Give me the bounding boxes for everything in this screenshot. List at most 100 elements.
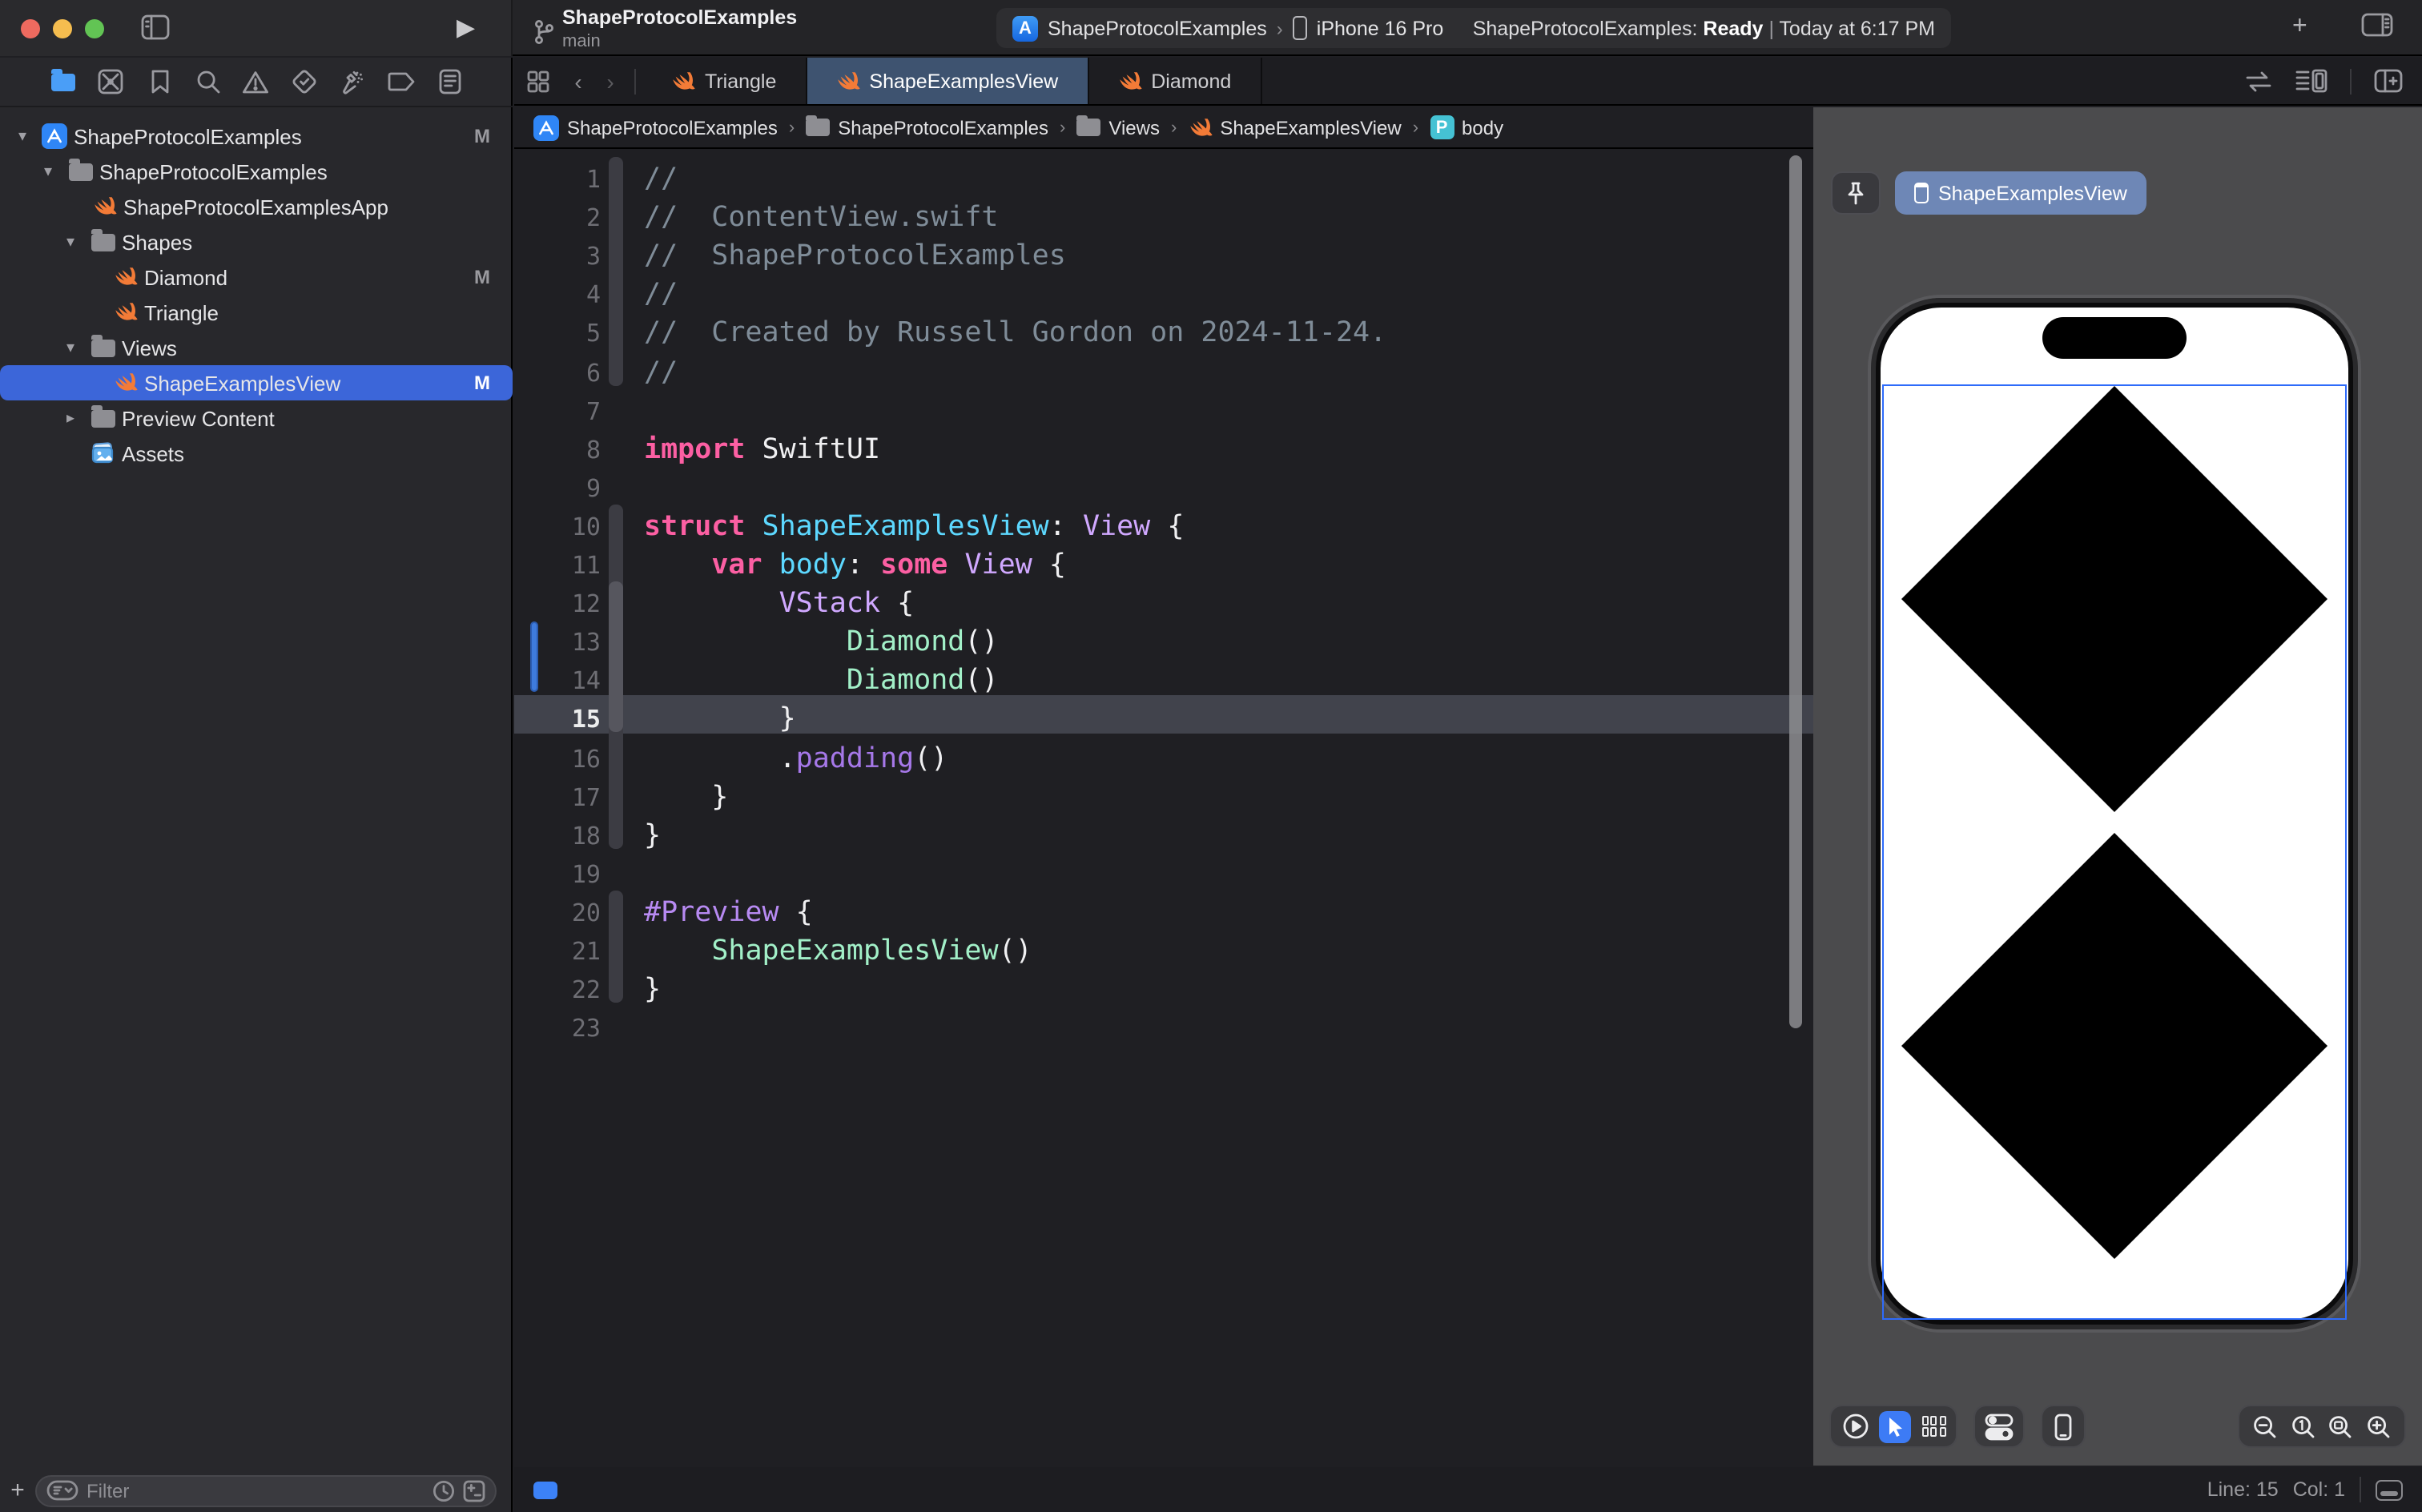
tree-item-shapes[interactable]: ▾Shapes	[0, 224, 513, 259]
adjust-editor-icon[interactable]	[2295, 69, 2327, 93]
disclosure-right-icon[interactable]: ▸	[62, 409, 78, 427]
breadcrumb-label: body	[1462, 116, 1503, 139]
add-editor-icon[interactable]	[2374, 69, 2403, 93]
swap-editor-icon[interactable]	[2244, 70, 2273, 92]
editor-tab-triangle[interactable]: Triangle	[642, 58, 807, 104]
preview-view-button[interactable]: ShapeExamplesView	[1895, 171, 2146, 215]
breadcrumb-item-shapeexamplesview[interactable]: ShapeExamplesView	[1188, 116, 1401, 139]
editor-scrollbar[interactable]	[1789, 155, 1802, 1028]
navigator-tab-debug-icon[interactable]	[337, 66, 369, 98]
tree-item-shapeexamplesview[interactable]: ShapeExamplesViewM	[0, 365, 513, 400]
navigator-tab-report-icon[interactable]	[434, 66, 466, 98]
tree-item-diamond[interactable]: DiamondM	[0, 259, 513, 295]
folder-icon	[90, 405, 115, 431]
code-line-14[interactable]: 14 Diamond()	[514, 662, 1813, 701]
line-number: 5	[514, 315, 601, 353]
code-line-11[interactable]: 11 var body: some View {	[514, 546, 1813, 585]
code-line-15[interactable]: 15 }	[514, 701, 1813, 739]
code-line-8[interactable]: 8import SwiftUI	[514, 430, 1813, 468]
toggle-sidebar-icon[interactable]	[141, 14, 170, 40]
breadcrumb-item-shapeprotocolexamples[interactable]: ShapeProtocolExamples	[533, 115, 778, 140]
code-line-1[interactable]: 1//	[514, 160, 1813, 199]
preview-settings-button[interactable]	[1973, 1405, 2025, 1448]
code-line-20[interactable]: 20#Preview {	[514, 894, 1813, 932]
breadcrumb-item-shapeprotocolexamples[interactable]: ShapeProtocolExamples	[806, 116, 1048, 139]
add-file-button[interactable]: +	[0, 1477, 35, 1504]
forward-icon[interactable]: ›	[594, 58, 626, 104]
zoom-button[interactable]	[85, 19, 104, 38]
disclosure-down-icon[interactable]: ▾	[62, 233, 78, 251]
code-line-7[interactable]: 7	[514, 392, 1813, 430]
navigator-tab-search-icon[interactable]	[192, 66, 224, 98]
code-line-2[interactable]: 2// ContentView.swift	[514, 199, 1813, 237]
editor-layout-icon[interactable]	[2361, 13, 2393, 37]
code-line-13[interactable]: 13 Diamond()	[514, 623, 1813, 662]
scheme-selector[interactable]: A ShapeProtocolExamples › iPhone 16 Pro …	[996, 8, 1951, 48]
disclosure-down-icon[interactable]: ▾	[62, 339, 78, 356]
filter-input[interactable]: Filter	[35, 1474, 497, 1506]
scheme-device[interactable]: iPhone 16 Pro	[1317, 17, 1443, 39]
breadcrumb-item-views[interactable]: Views	[1076, 116, 1160, 139]
navigator-tab-test-icon[interactable]	[288, 66, 320, 98]
code-line-21[interactable]: 21 ShapeExamplesView()	[514, 932, 1813, 971]
code-line-19[interactable]: 19	[514, 855, 1813, 894]
tree-item-shapeprotocolexamples[interactable]: ▾ShapeProtocolExamplesM	[0, 119, 513, 154]
navigator-tab-conflicts-icon[interactable]	[95, 66, 127, 98]
zoom-100-icon[interactable]	[2290, 1413, 2315, 1439]
code-line-23[interactable]: 23	[514, 1009, 1813, 1048]
disclosure-down-icon[interactable]: ▾	[40, 163, 56, 180]
navigator-tab-bookmark-icon[interactable]	[143, 66, 175, 98]
code-line-22[interactable]: 22}	[514, 971, 1813, 1009]
minimize-button[interactable]	[53, 19, 72, 38]
line-number: 11	[514, 546, 601, 585]
navigator-tab-warning-icon[interactable]	[240, 66, 272, 98]
close-button[interactable]	[21, 19, 40, 38]
recent-clock-icon[interactable]	[432, 1479, 455, 1502]
tree-item-preview-content[interactable]: ▸Preview Content	[0, 400, 513, 436]
code-line-17[interactable]: 17 }	[514, 778, 1813, 816]
editor-tab-diamond[interactable]: Diamond	[1088, 58, 1261, 104]
disclosure-down-icon[interactable]: ▾	[14, 127, 30, 145]
breadcrumb-item-body[interactable]: Pbody	[1430, 115, 1503, 139]
code-line-12[interactable]: 12 VStack {	[514, 585, 1813, 623]
code-line-6[interactable]: 6//	[514, 353, 1813, 392]
line-text: ShapeExamplesView()	[644, 932, 1032, 971]
source-editor[interactable]: 1//2// ContentView.swift3// ShapeProtoco…	[514, 151, 1813, 1466]
related-items-icon[interactable]	[514, 58, 562, 104]
zoom-out-icon[interactable]	[2252, 1413, 2278, 1439]
device-icon[interactable]	[2054, 1412, 2073, 1441]
code-review-toggle-icon[interactable]	[533, 1481, 557, 1498]
tree-item-assets[interactable]: Assets	[0, 436, 513, 471]
code-line-18[interactable]: 18}	[514, 816, 1813, 855]
tab-label: Diamond	[1151, 70, 1231, 92]
code-line-10[interactable]: 10struct ShapeExamplesView: View {	[514, 508, 1813, 546]
cursor-icon[interactable]	[1879, 1410, 1911, 1442]
plusminus-icon[interactable]	[463, 1479, 485, 1502]
code-line-3[interactable]: 3// ShapeProtocolExamples	[514, 237, 1813, 275]
pin-preview-button[interactable]	[1831, 171, 1881, 215]
tree-item-triangle[interactable]: Triangle	[0, 295, 513, 330]
scheme-project[interactable]: ShapeProtocolExamples	[1048, 17, 1267, 39]
tree-item-shapeprotocolexamplesapp[interactable]: ShapeProtocolExamplesApp	[0, 189, 513, 224]
code-line-9[interactable]: 9	[514, 469, 1813, 508]
run-button[interactable]: ▶	[457, 13, 475, 42]
editor-tab-shapeexamplesview[interactable]: ShapeExamplesView	[807, 58, 1088, 104]
preview-device-button[interactable]	[2041, 1405, 2086, 1448]
variants-grid-icon[interactable]	[1921, 1416, 1945, 1438]
navigator-tab-folder-icon[interactable]	[46, 66, 78, 98]
tree-item-views[interactable]: ▾Views	[0, 330, 513, 365]
tree-item-shapeprotocolexamples[interactable]: ▾ShapeProtocolExamples	[0, 154, 513, 189]
zoom-fit-icon[interactable]	[2328, 1413, 2354, 1439]
editor-tab-bar: ‹ › TriangleShapeExamplesView Diamond	[514, 58, 2422, 106]
zoom-in-icon[interactable]	[2366, 1413, 2392, 1439]
code-line-5[interactable]: 5// Created by Russell Gordon on 2024-11…	[514, 315, 1813, 353]
code-line-4[interactable]: 4//	[514, 276, 1813, 315]
line-text: // ContentView.swift	[644, 199, 999, 237]
navigator-tab-breakpoint-icon[interactable]	[385, 66, 417, 98]
toggles-icon[interactable]	[1981, 1409, 2017, 1444]
library-plus-icon[interactable]: +	[2292, 13, 2307, 42]
play-circle-icon[interactable]	[1841, 1413, 1869, 1440]
code-line-16[interactable]: 16 .padding()	[514, 739, 1813, 778]
bottom-bar-toggle-icon[interactable]	[2376, 1479, 2403, 1500]
back-icon[interactable]: ‹	[562, 58, 594, 104]
